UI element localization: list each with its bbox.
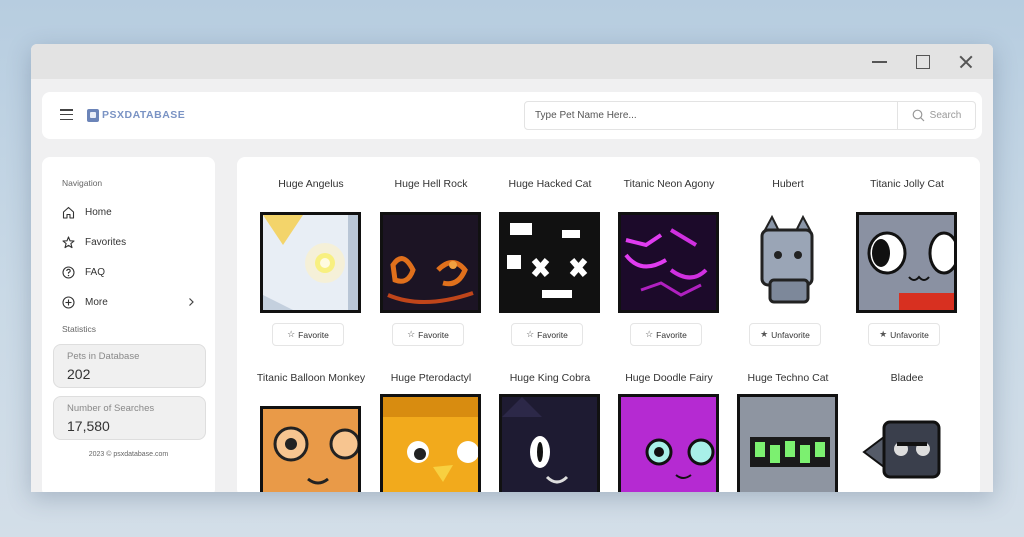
pet-name: Huge Techno Cat bbox=[747, 372, 829, 384]
copyright: 2023 © psxdatabase.com bbox=[88, 451, 169, 458]
pet-name: Huge Pterodactyl bbox=[390, 372, 472, 384]
plus-circle-icon bbox=[62, 295, 75, 309]
pet-name: Huge Angelus bbox=[278, 178, 344, 190]
stat-number-of-searches: Number of Searches 17,580 bbox=[53, 396, 206, 440]
menu-icon[interactable] bbox=[60, 109, 73, 121]
pet-name: Hubert bbox=[772, 178, 804, 190]
search-input[interactable] bbox=[524, 101, 898, 130]
sidebar-item-label: Favorites bbox=[85, 236, 127, 248]
favorite-button-label: Unfavorite bbox=[771, 329, 810, 340]
favorite-button[interactable]: ☆ Favorite bbox=[392, 323, 464, 346]
pet-card: Titanic Neon Agony ☆ Favorite bbox=[613, 178, 725, 346]
sidebar-item-faq[interactable]: FAQ bbox=[62, 262, 202, 282]
pet-card: Huge Pterodactyl bbox=[375, 372, 487, 492]
pet-image[interactable] bbox=[618, 394, 719, 492]
question-icon bbox=[62, 265, 75, 279]
search-button-label: Search bbox=[929, 110, 962, 121]
favorite-button-label: Favorite bbox=[537, 329, 568, 340]
pet-image[interactable] bbox=[260, 212, 361, 313]
star-filled-icon: ★ bbox=[879, 329, 888, 339]
pet-card: Huge Hell Rock ☆ Favorite bbox=[375, 178, 487, 346]
pet-name: Titanic Jolly Cat bbox=[870, 178, 944, 190]
pet-card: Hubert ★ Unfavorite bbox=[732, 178, 844, 346]
star-outline-icon: ☆ bbox=[645, 329, 654, 339]
pet-name: Huge King Cobra bbox=[509, 372, 591, 384]
app-window: PSXDATABASE Search Navigation Home Favor… bbox=[31, 44, 993, 492]
pet-image[interactable] bbox=[499, 212, 600, 313]
sidebar-item-more[interactable]: More bbox=[62, 292, 202, 312]
sidebar: Navigation Home Favorites FAQ More Stati… bbox=[42, 157, 215, 492]
pet-image[interactable] bbox=[260, 406, 361, 492]
favorite-button[interactable]: ☆ Favorite bbox=[511, 323, 583, 346]
sidebar-item-favorites[interactable]: Favorites bbox=[62, 232, 202, 252]
stat-label: Pets in Database bbox=[67, 351, 140, 362]
star-outline-icon: ☆ bbox=[526, 329, 535, 339]
pet-card: Huge Techno Cat bbox=[732, 372, 844, 492]
sidebar-item-home[interactable]: Home bbox=[62, 202, 202, 222]
pet-card: Titanic Balloon Monkey bbox=[255, 372, 367, 492]
favorite-button-label: Favorite bbox=[418, 329, 449, 340]
top-bar: PSXDATABASE Search bbox=[42, 92, 982, 139]
sidebar-item-label: FAQ bbox=[85, 266, 106, 278]
pet-image[interactable] bbox=[380, 212, 481, 313]
star-outline-icon: ☆ bbox=[407, 329, 416, 339]
pet-image[interactable] bbox=[380, 394, 481, 492]
logo-text: PSXDATABASE bbox=[102, 109, 186, 121]
star-filled-icon: ★ bbox=[760, 329, 769, 339]
pet-card: Huge King Cobra bbox=[494, 372, 606, 492]
stat-value: 202 bbox=[67, 366, 91, 382]
chevron-right-icon bbox=[189, 298, 194, 306]
pet-card: Huge Doodle Fairy bbox=[613, 372, 725, 492]
pet-card: Huge Angelus ☆ Favorite bbox=[255, 178, 367, 346]
favorite-button-label: Unfavorite bbox=[890, 329, 929, 340]
logo[interactable]: PSXDATABASE bbox=[87, 107, 185, 123]
minimize-button[interactable] bbox=[870, 52, 890, 72]
favorite-button[interactable]: ☆ Favorite bbox=[630, 323, 702, 346]
pet-name: Huge Hacked Cat bbox=[508, 178, 592, 190]
pet-name: Bladee bbox=[890, 372, 924, 384]
pet-name: Huge Doodle Fairy bbox=[625, 372, 713, 384]
pet-grid: Huge Angelus ☆ Favorite Huge Hell Rock ☆ F… bbox=[237, 157, 980, 492]
unfavorite-button[interactable]: ★ Unfavorite bbox=[868, 323, 940, 346]
favorite-button[interactable]: ☆ Favorite bbox=[272, 323, 344, 346]
sidebar-item-label: More bbox=[85, 296, 108, 308]
pet-image[interactable] bbox=[737, 394, 838, 492]
pet-image[interactable] bbox=[856, 212, 957, 313]
logo-icon bbox=[87, 108, 99, 122]
nav-section-title: Navigation bbox=[62, 178, 103, 188]
pet-card: Bladee bbox=[851, 372, 963, 492]
close-button[interactable] bbox=[956, 52, 976, 72]
search-button[interactable]: Search bbox=[898, 101, 976, 130]
sidebar-item-label: Home bbox=[85, 206, 112, 218]
star-outline-icon: ☆ bbox=[287, 329, 296, 339]
favorite-button-label: Favorite bbox=[298, 329, 329, 340]
pet-card: Huge Hacked Cat ☆ Favorite bbox=[494, 178, 606, 346]
search-icon bbox=[912, 109, 925, 122]
pet-image[interactable] bbox=[737, 212, 838, 313]
star-icon bbox=[62, 235, 75, 248]
stats-section-title: Statistics bbox=[62, 324, 97, 334]
favorite-button-label: Favorite bbox=[656, 329, 687, 340]
stat-pets-in-database: Pets in Database 202 bbox=[53, 344, 206, 388]
pet-name: Titanic Balloon Monkey bbox=[256, 372, 366, 384]
pet-name: Huge Hell Rock bbox=[394, 178, 468, 190]
home-icon bbox=[62, 206, 75, 219]
stat-value: 17,580 bbox=[67, 418, 110, 434]
pet-image[interactable] bbox=[856, 394, 957, 492]
stat-label: Number of Searches bbox=[67, 403, 155, 414]
title-bar bbox=[31, 44, 993, 79]
unfavorite-button[interactable]: ★ Unfavorite bbox=[749, 323, 821, 346]
pet-name: Titanic Neon Agony bbox=[623, 178, 715, 190]
pet-image[interactable] bbox=[618, 212, 719, 313]
maximize-button[interactable] bbox=[913, 52, 933, 72]
pet-image[interactable] bbox=[499, 394, 600, 492]
pet-card: Titanic Jolly Cat ★ Unfavorite bbox=[851, 178, 963, 346]
